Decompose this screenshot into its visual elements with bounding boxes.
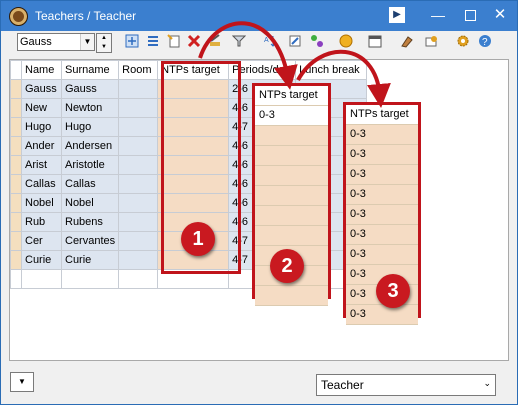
arrow-step2-to-step3 — [296, 49, 391, 108]
arrow-step1-to-step2 — [198, 21, 298, 90]
step-arrows — [198, 21, 391, 108]
step-badge-3: 3 — [376, 274, 410, 308]
step-badge-1: 1 — [181, 222, 215, 256]
chevron-down-icon[interactable]: ⌄ — [483, 378, 491, 389]
element-type-select[interactable]: Teacher ⌄ — [316, 374, 496, 396]
view-options-dropdown[interactable]: ▼ — [10, 372, 34, 392]
element-type-value: Teacher — [321, 378, 364, 392]
step-badge-2: 2 — [270, 249, 304, 283]
